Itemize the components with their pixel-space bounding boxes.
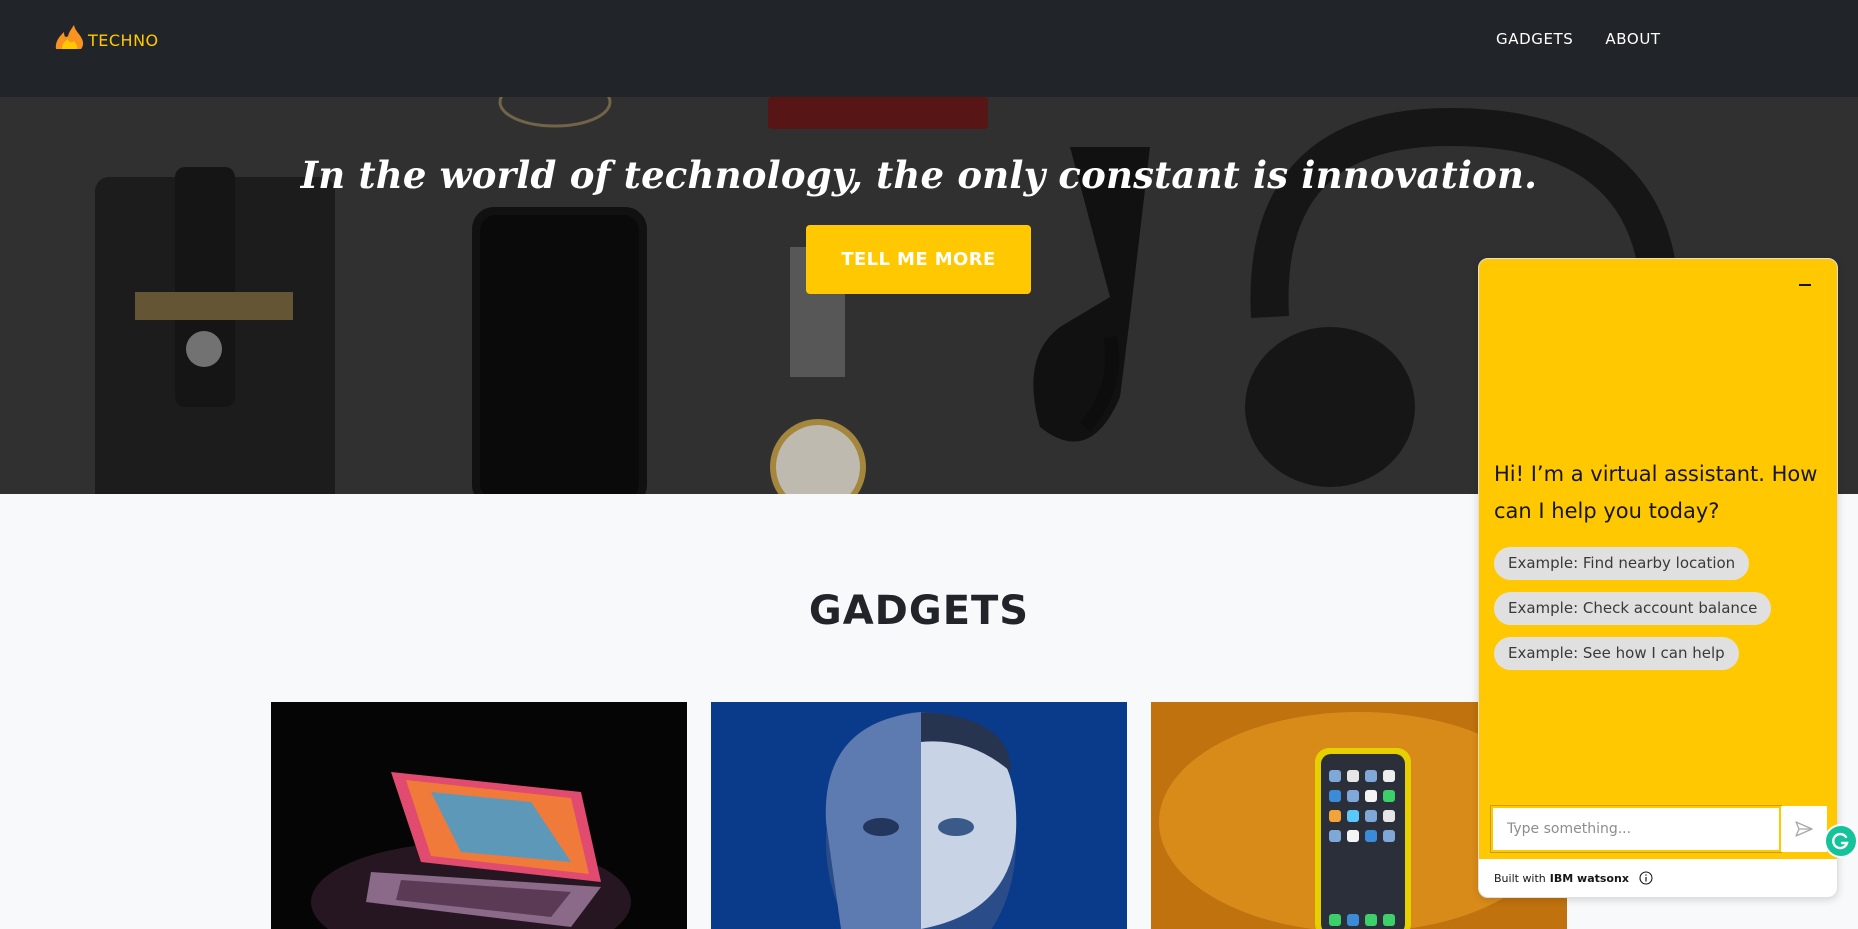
gadget-card-laptop[interactable] [271, 702, 687, 929]
minimize-icon [1799, 284, 1811, 286]
chat-greeting: Hi! I’m a virtual assistant. How can I h… [1494, 462, 1818, 523]
send-icon [1795, 821, 1813, 837]
nav-links: GADGETS ABOUT [1496, 30, 1661, 48]
chat-footer: Built with IBM watsonx [1479, 859, 1837, 897]
example-chip-how-help[interactable]: Example: See how I can help [1494, 637, 1739, 670]
chat-widget: Hi! I’m a virtual assistant. How can I h… [1478, 258, 1838, 898]
minimize-chat-button[interactable] [1795, 275, 1815, 295]
chat-message-input[interactable] [1490, 805, 1782, 853]
nav-link-gadgets[interactable]: GADGETS [1496, 30, 1573, 48]
gadget-card-cyborg[interactable] [711, 702, 1127, 929]
hero-quote: In the world of technology, the only con… [300, 153, 1538, 197]
chat-input-row [1490, 805, 1827, 853]
nav-link-about[interactable]: ABOUT [1605, 30, 1660, 48]
send-message-button[interactable] [1781, 806, 1827, 852]
info-icon[interactable] [1639, 871, 1653, 885]
brand-name: TECHNO [88, 31, 159, 50]
brand-link[interactable]: TECHNO [54, 24, 159, 50]
footer-prefix: Built with [1494, 871, 1546, 885]
navbar: TECHNO GADGETS ABOUT [0, 0, 1858, 97]
grammarly-icon[interactable] [1824, 824, 1858, 858]
example-chip-check-balance[interactable]: Example: Check account balance [1494, 592, 1772, 625]
footer-brand: IBM watsonx [1549, 871, 1629, 885]
cyborg-face-image [711, 702, 1127, 929]
flame-logo-icon [55, 25, 84, 49]
example-chip-find-location[interactable]: Example: Find nearby location [1494, 547, 1750, 580]
tell-me-more-button[interactable]: TELL ME MORE [806, 225, 1031, 294]
laptop-image [271, 702, 687, 929]
